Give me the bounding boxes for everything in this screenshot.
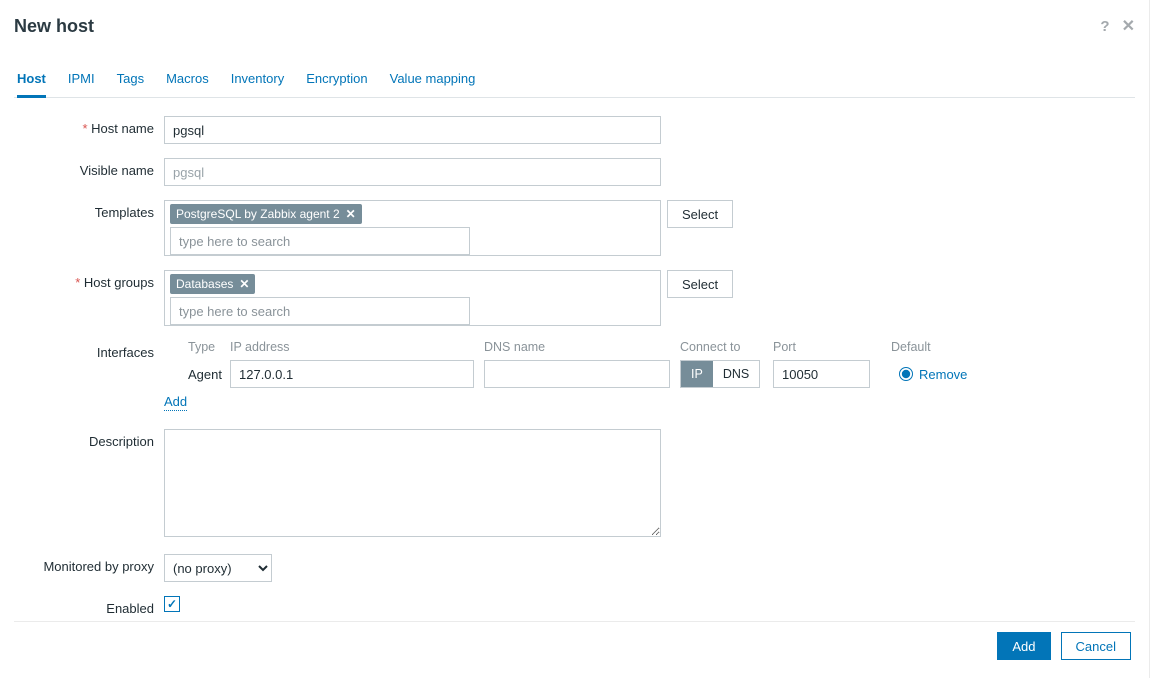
add-button[interactable]: Add <box>997 632 1050 660</box>
if-header-connect: Connect to <box>680 340 773 354</box>
help-icon[interactable]: ? <box>1100 19 1109 35</box>
templates-search-input[interactable] <box>170 227 470 255</box>
proxy-select[interactable]: (no proxy) <box>164 554 272 582</box>
interface-remove-link[interactable]: Remove <box>919 367 967 382</box>
close-icon[interactable]: ✕ <box>1122 19 1135 35</box>
interfaces-header: Type IP address DNS name Connect to Port… <box>188 340 984 354</box>
connect-to-dns-button[interactable]: DNS <box>713 361 759 387</box>
host-groups-multiselect[interactable]: Databases ✕ <box>164 270 661 326</box>
host-groups-select-button[interactable]: Select <box>667 270 733 298</box>
template-chip-remove-icon[interactable]: ✕ <box>346 207 356 221</box>
dialog-title: New host <box>14 16 94 37</box>
interface-ip-input[interactable] <box>230 360 474 388</box>
template-chip: PostgreSQL by Zabbix agent 2 ✕ <box>170 204 362 224</box>
visible-name-label: Visible name <box>14 158 164 178</box>
host-group-chip-remove-icon[interactable]: ✕ <box>239 277 249 291</box>
interface-port-input[interactable] <box>773 360 870 388</box>
host-group-chip: Databases ✕ <box>170 274 255 294</box>
if-header-dns: DNS name <box>484 340 680 354</box>
proxy-label: Monitored by proxy <box>14 554 164 574</box>
host-group-chip-label: Databases <box>176 277 233 291</box>
visible-name-input[interactable] <box>164 158 661 186</box>
interfaces-label: Interfaces <box>14 340 164 360</box>
connect-to-ip-button[interactable]: IP <box>681 361 713 387</box>
tab-bar: Host IPMI Tags Macros Inventory Encrypti… <box>14 65 1135 98</box>
if-header-default: Default <box>891 340 921 354</box>
tab-ipmi[interactable]: IPMI <box>68 65 95 97</box>
if-header-ip: IP address <box>230 340 484 354</box>
interface-dns-input[interactable] <box>484 360 670 388</box>
interface-row: Agent IP DNS Remove <box>188 360 984 388</box>
description-label: Description <box>14 429 164 449</box>
tab-host[interactable]: Host <box>17 65 46 98</box>
interface-type: Agent <box>188 367 230 382</box>
template-chip-label: PostgreSQL by Zabbix agent 2 <box>176 207 340 221</box>
dialog-header: New host ? ✕ <box>14 16 1135 37</box>
if-header-port: Port <box>773 340 891 354</box>
tab-encryption[interactable]: Encryption <box>306 65 367 97</box>
tab-tags[interactable]: Tags <box>117 65 144 97</box>
tab-macros[interactable]: Macros <box>166 65 209 97</box>
enabled-label: Enabled <box>14 596 164 616</box>
if-header-type: Type <box>188 340 230 354</box>
description-textarea[interactable] <box>164 429 661 537</box>
host-groups-search-input[interactable] <box>170 297 470 325</box>
enabled-checkbox[interactable]: ✓ <box>164 596 180 612</box>
form-area: Host name Visible name Templates Postgre… <box>14 98 1135 616</box>
connect-to-toggle: IP DNS <box>680 360 760 388</box>
tab-inventory[interactable]: Inventory <box>231 65 284 97</box>
dialog-footer: Add Cancel <box>14 621 1135 672</box>
templates-label: Templates <box>14 200 164 220</box>
templates-multiselect[interactable]: PostgreSQL by Zabbix agent 2 ✕ <box>164 200 661 256</box>
new-host-dialog: New host ? ✕ Host IPMI Tags Macros Inven… <box>0 0 1150 678</box>
add-interface-link[interactable]: Add <box>164 394 187 411</box>
templates-select-button[interactable]: Select <box>667 200 733 228</box>
cancel-button[interactable]: Cancel <box>1061 632 1131 660</box>
tab-value-mapping[interactable]: Value mapping <box>390 65 476 97</box>
host-name-input[interactable] <box>164 116 661 144</box>
dialog-header-icons: ? ✕ <box>1100 19 1135 35</box>
host-name-label: Host name <box>14 116 164 136</box>
interface-default-radio[interactable] <box>899 367 913 381</box>
host-groups-label: Host groups <box>14 270 164 290</box>
